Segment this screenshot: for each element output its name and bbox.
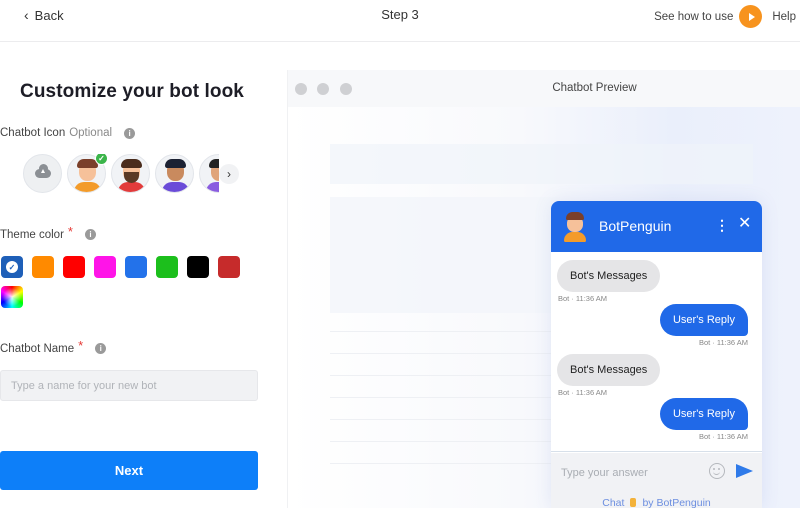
- chat-widget: BotPenguin ⋮ ✕ Bot's Messages Bot · 11:3…: [551, 201, 762, 508]
- chat-answer-input[interactable]: [561, 463, 701, 483]
- chat-composer: Chat by BotPenguin: [551, 453, 762, 508]
- message-meta: Bot · 11:36 AM: [558, 294, 608, 303]
- play-video-icon[interactable]: [739, 5, 763, 28]
- placeholder-line: [330, 463, 560, 464]
- user-message: User's Reply: [659, 304, 748, 336]
- send-icon[interactable]: [736, 464, 753, 478]
- avatar-hair: [121, 159, 142, 168]
- bot-name: BotPenguin: [599, 218, 672, 234]
- swatch-magenta[interactable]: [94, 256, 116, 278]
- bot-message: Bot's Messages: [557, 260, 661, 292]
- avatar-shirt: [118, 182, 145, 192]
- avatar-hair: [165, 159, 186, 168]
- avatar-hair: [566, 212, 584, 220]
- page-title: Customize your bot look: [20, 81, 244, 102]
- help-area: See how to use Help: [654, 5, 796, 28]
- placeholder-line: [330, 397, 560, 398]
- back-label: Back: [34, 7, 64, 23]
- placeholder-block: [330, 144, 753, 184]
- avatar-shirt: [564, 232, 586, 242]
- info-icon[interactable]: i: [84, 229, 96, 240]
- back-button[interactable]: ‹ Back: [24, 7, 64, 23]
- chevron-right-icon[interactable]: ›: [219, 164, 239, 184]
- chatbot-name-label-text: Chatbot Name: [0, 342, 75, 355]
- close-icon[interactable]: ✕: [738, 216, 751, 232]
- bot-message: Bot's Messages: [557, 354, 661, 386]
- placeholder-line: [330, 331, 560, 332]
- theme-color-swatches: ✓: [1, 256, 251, 308]
- see-how-to-use-link[interactable]: See how to use: [654, 11, 733, 23]
- swatch-blue[interactable]: [125, 256, 147, 278]
- bot-avatar: [563, 210, 587, 242]
- branding-suffix: by BotPenguin: [642, 497, 711, 508]
- theme-color-label-text: Theme color: [0, 228, 64, 241]
- top-bar: ‹ Back Step 3 See how to use Help: [0, 0, 800, 42]
- theme-color-label: Theme color * i: [0, 224, 96, 242]
- avatar-option-4[interactable]: [199, 154, 219, 193]
- placeholder-line: [330, 419, 560, 420]
- info-icon[interactable]: i: [124, 127, 136, 139]
- custom-color-picker[interactable]: [1, 286, 23, 308]
- upload-icon-button[interactable]: [23, 154, 62, 193]
- customize-form: Customize your bot look Chatbot Icon Opt…: [0, 43, 280, 508]
- preview-title-bar: Chatbot Preview: [288, 70, 800, 107]
- info-icon[interactable]: i: [95, 343, 107, 354]
- message-meta: Bot · 11:36 AM: [558, 388, 608, 397]
- branding-prefix: Chat: [602, 497, 625, 508]
- lightning-icon: [630, 498, 637, 507]
- message-list: Bot's Messages Bot · 11:36 AM User's Rep…: [551, 252, 762, 452]
- swatch-dark-red[interactable]: [218, 256, 240, 278]
- swatch-blue-dark[interactable]: ✓: [1, 256, 23, 278]
- swatch-red[interactable]: [63, 256, 85, 278]
- user-message: User's Reply: [659, 398, 748, 430]
- preview-title: Chatbot Preview: [552, 82, 637, 94]
- avatar-option-3[interactable]: [155, 154, 194, 193]
- avatar-option-1[interactable]: ✓: [67, 154, 108, 193]
- chevron-left-icon: ‹: [24, 7, 29, 23]
- avatar-shirt: [162, 182, 189, 192]
- swatch-green[interactable]: [156, 256, 178, 278]
- avatar-shirt: [206, 182, 219, 192]
- selected-check-icon: ✓: [95, 154, 108, 165]
- avatar-shirt: [74, 182, 101, 192]
- placeholder-line: [330, 441, 560, 442]
- next-button[interactable]: Next: [0, 451, 258, 490]
- avatar-option-2[interactable]: [111, 154, 150, 193]
- required-mark: *: [67, 224, 73, 239]
- cloud-upload-icon: [34, 164, 51, 178]
- help-link[interactable]: Help: [772, 11, 796, 23]
- chatbot-name-input[interactable]: [0, 370, 258, 401]
- chatbot-icon-label-text: Chatbot Icon: [0, 127, 66, 139]
- chatbot-icon-label: Chatbot Icon Optional i: [0, 127, 136, 139]
- optional-label: Optional: [69, 127, 113, 139]
- selected-check-icon: ✓: [6, 261, 18, 273]
- message-meta: Bot · 11:36 AM: [698, 432, 748, 441]
- chat-header: BotPenguin ⋮ ✕: [551, 201, 762, 252]
- more-options-icon[interactable]: ⋮: [715, 218, 729, 232]
- chatbot-icon-picker: ✓: [23, 154, 219, 194]
- required-mark: *: [78, 338, 84, 353]
- placeholder-line: [330, 353, 560, 354]
- emoji-icon[interactable]: [709, 463, 725, 479]
- placeholder-block: [330, 197, 560, 313]
- swatch-orange[interactable]: [32, 256, 54, 278]
- message-meta: Bot · 11:36 AM: [698, 338, 748, 347]
- swatch-black[interactable]: [187, 256, 209, 278]
- chatbot-name-label: Chatbot Name * i: [0, 338, 107, 356]
- placeholder-line: [330, 375, 560, 376]
- branding: Chat by BotPenguin: [551, 497, 762, 508]
- avatar-hair: [209, 159, 219, 168]
